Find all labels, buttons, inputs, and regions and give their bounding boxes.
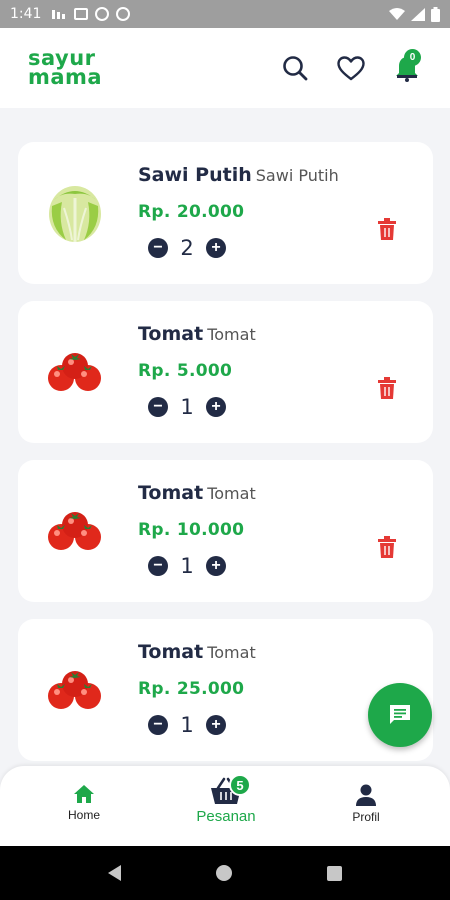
trash-icon[interactable] xyxy=(377,218,397,240)
item-name: Tomat Tomat xyxy=(138,323,256,345)
notification-button[interactable]: 0 xyxy=(392,49,422,83)
notification-badge: 0 xyxy=(404,49,421,66)
quantity-value: 1 xyxy=(180,713,194,737)
user-icon xyxy=(356,784,376,806)
cabbage-image xyxy=(44,180,106,244)
battery-icon xyxy=(431,6,440,22)
item-title: Tomat xyxy=(138,323,204,345)
tomato-image xyxy=(44,339,106,403)
tomato-image xyxy=(44,498,106,562)
minus-icon: − xyxy=(153,239,163,256)
quantity-stepper: − 2 + xyxy=(148,236,226,260)
search-button[interactable] xyxy=(280,53,310,83)
minus-icon: − xyxy=(153,557,163,574)
minus-icon: − xyxy=(153,716,163,733)
quantity-value: 1 xyxy=(180,395,194,419)
item-price: Rp. 5.000 xyxy=(138,361,233,381)
increase-quantity-button[interactable]: + xyxy=(206,556,226,576)
plus-icon: + xyxy=(211,716,221,733)
cart-item: Tomat Tomat Rp. 25.000 − 1 + xyxy=(18,619,433,761)
nav-home-label: Home xyxy=(67,808,100,822)
item-subtitle: Tomat xyxy=(207,484,256,503)
quantity-value: 2 xyxy=(180,236,194,260)
item-price: Rp. 25.000 xyxy=(138,679,245,699)
cart-item: Tomat Tomat Rp. 10.000 − 1 + xyxy=(18,460,433,602)
plus-icon: + xyxy=(211,398,221,415)
data-saver-icon xyxy=(116,7,131,21)
item-name: Tomat Tomat xyxy=(138,482,256,504)
decrease-quantity-button[interactable]: − xyxy=(148,238,168,258)
minus-icon: − xyxy=(153,398,163,415)
trash-icon[interactable] xyxy=(377,536,397,558)
increase-quantity-button[interactable]: + xyxy=(206,238,226,258)
quantity-stepper: − 1 + xyxy=(148,395,226,419)
plus-icon: + xyxy=(211,557,221,574)
cart-item: Tomat Tomat Rp. 5.000 − 1 + xyxy=(18,301,433,443)
home-circle-icon[interactable] xyxy=(215,865,232,881)
plus-icon: + xyxy=(211,239,221,256)
system-navigation-bar xyxy=(0,846,450,900)
recents-icon[interactable] xyxy=(327,865,343,881)
back-icon[interactable] xyxy=(107,865,121,881)
app-header: sayur mama 0 xyxy=(0,28,450,108)
item-subtitle: Sawi Putih xyxy=(255,166,339,185)
pesanan-badge: 5 xyxy=(229,774,251,796)
sync-icon xyxy=(95,7,110,21)
nav-pesanan[interactable]: 5 Pesanan xyxy=(186,774,266,825)
home-icon xyxy=(74,785,94,803)
bottom-navigation: Home 5 Pesanan Profil xyxy=(0,766,450,846)
nav-home[interactable]: Home xyxy=(62,784,106,822)
cart-item: Sawi Putih Sawi Putih Rp. 20.000 − 2 + xyxy=(18,142,433,284)
status-bar: 1:41 xyxy=(0,0,450,28)
quantity-stepper: − 1 + xyxy=(148,554,226,578)
item-name: Tomat Tomat xyxy=(138,641,256,663)
wifi-icon xyxy=(389,7,405,20)
quantity-stepper: − 1 + xyxy=(148,713,226,737)
nav-profil-label: Profil xyxy=(352,810,380,824)
item-title: Tomat xyxy=(138,482,204,504)
cart-list: Sawi Putih Sawi Putih Rp. 20.000 − 2 + To… xyxy=(18,142,433,778)
search-icon xyxy=(283,56,308,81)
item-price: Rp. 10.000 xyxy=(138,520,245,540)
chat-icon xyxy=(390,705,410,724)
heart-icon xyxy=(337,55,365,80)
gallery-icon xyxy=(74,8,89,20)
status-time: 1:41 xyxy=(10,6,42,22)
item-price: Rp. 20.000 xyxy=(138,202,245,222)
nav-profil[interactable]: Profil xyxy=(344,784,388,824)
increase-quantity-button[interactable]: + xyxy=(206,715,226,735)
item-subtitle: Tomat xyxy=(207,325,256,344)
item-title: Sawi Putih xyxy=(138,164,252,186)
logo-line-2: mama xyxy=(28,65,103,89)
item-subtitle: Tomat xyxy=(207,643,256,662)
decrease-quantity-button[interactable]: − xyxy=(148,556,168,576)
item-title: Tomat xyxy=(138,641,204,663)
favorite-button[interactable] xyxy=(336,53,366,83)
decrease-quantity-button[interactable]: − xyxy=(148,397,168,417)
trash-icon[interactable] xyxy=(377,377,397,399)
notification-icon xyxy=(52,10,66,19)
nav-pesanan-label: Pesanan xyxy=(196,808,256,825)
chat-button[interactable] xyxy=(368,683,432,747)
quantity-value: 1 xyxy=(180,554,194,578)
tomato-image xyxy=(44,657,106,721)
increase-quantity-button[interactable]: + xyxy=(206,397,226,417)
signal-icon xyxy=(411,7,425,21)
logo: sayur mama xyxy=(28,48,103,89)
decrease-quantity-button[interactable]: − xyxy=(148,715,168,735)
item-name: Sawi Putih Sawi Putih xyxy=(138,164,339,186)
